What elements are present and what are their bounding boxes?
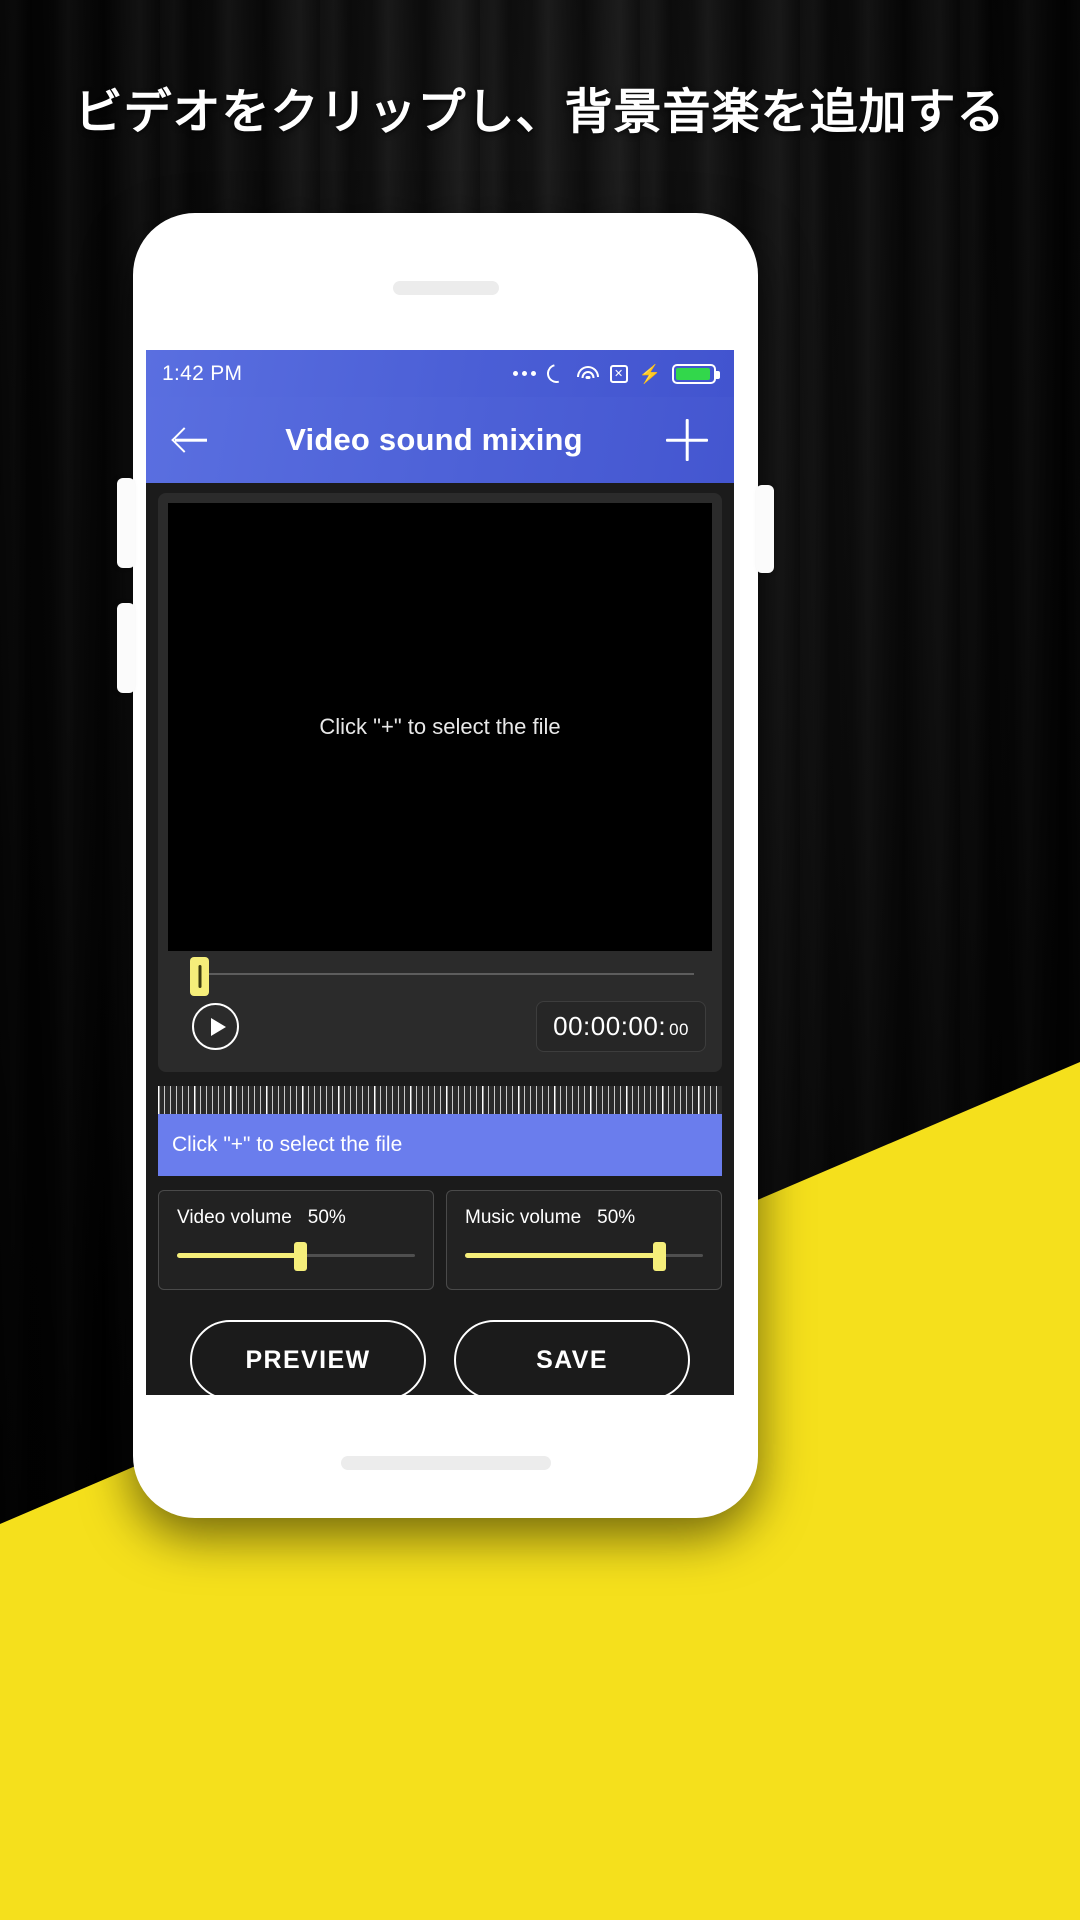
app-content: Click "+" to select the file 00:00:00: 0… [146,483,734,1395]
video-volume-label: Video volume [177,1207,292,1228]
phone-volume-down-button [117,603,135,693]
action-buttons: PREVIEW SAVE [158,1320,722,1395]
seek-track [200,973,694,975]
music-volume-label: Music volume [465,1207,582,1228]
timeline: Click "+" to select the file [158,1086,722,1176]
phone-volume-up-button [117,478,135,568]
video-volume-fill [177,1253,301,1258]
sync-icon [547,364,566,383]
no-sim-icon: ✕ [609,364,628,383]
player-controls: 00:00:00: 00 [168,995,712,1062]
plus-icon[interactable] [664,417,710,463]
timecode-milliseconds: 00 [669,1020,689,1039]
video-placeholder-text: Click "+" to select the file [319,714,561,739]
music-volume-slider[interactable] [465,1242,703,1271]
phone-power-button [756,485,774,573]
timeline-clip-track[interactable]: Click "+" to select the file [158,1114,722,1176]
timecode-value: 00:00:00: [553,1011,667,1041]
save-button[interactable]: SAVE [454,1320,690,1395]
timecode-display: 00:00:00: 00 [536,1001,706,1052]
wifi-icon [576,365,599,382]
timeline-ruler [158,1086,722,1114]
timeline-clip-label: Click "+" to select the file [172,1133,403,1156]
status-icon-group: ✕ ⚡ [512,363,720,384]
music-volume-label-row: Music volume 50% [465,1207,703,1229]
video-volume-knob[interactable] [293,1242,307,1271]
app-bar: Video sound mixing [146,397,734,483]
video-volume-slider[interactable] [177,1242,415,1271]
back-arrow-icon[interactable] [170,419,212,461]
music-volume-value: 50% [597,1207,636,1228]
charging-bolt-icon: ⚡ [638,363,661,384]
status-bar: 1:42 PM ✕ ⚡ [146,350,734,397]
app-bar-title: Video sound mixing [285,422,583,457]
phone-screen: 1:42 PM ✕ ⚡ Video sound mixing Click "+"… [146,350,734,1395]
video-volume-panel: Video volume 50% [158,1190,434,1290]
seek-handle[interactable] [190,957,209,996]
video-volume-label-row: Video volume 50% [177,1207,415,1229]
video-preview-area[interactable]: Click "+" to select the file [168,503,712,951]
more-dots-icon [512,371,536,376]
status-time: 1:42 PM [162,361,243,385]
phone-speaker-grill [392,281,499,295]
phone-home-indicator [340,1456,551,1470]
seek-bar[interactable] [168,951,712,996]
phone-mockup: 1:42 PM ✕ ⚡ Video sound mixing Click "+"… [117,213,774,1518]
music-volume-fill [465,1253,661,1258]
volume-controls: Video volume 50% Music volume 50% [158,1190,722,1290]
music-volume-knob[interactable] [653,1242,667,1271]
page-headline: ビデオをクリップし、背景音楽を追加する [74,86,1006,139]
battery-icon [672,363,720,384]
preview-button[interactable]: PREVIEW [190,1320,426,1395]
video-volume-value: 50% [307,1207,346,1228]
play-icon[interactable] [192,1003,239,1050]
video-player-card: Click "+" to select the file 00:00:00: 0… [158,493,722,1072]
music-volume-panel: Music volume 50% [446,1190,722,1290]
